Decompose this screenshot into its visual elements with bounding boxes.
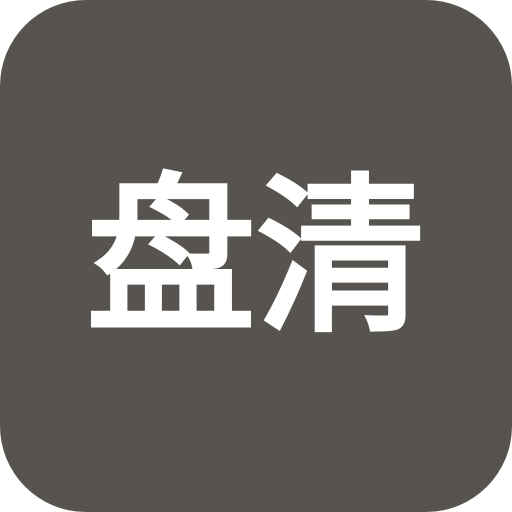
app-icon[interactable]: 盘清	[0, 0, 512, 512]
app-icon-label: 盘清	[85, 159, 426, 357]
